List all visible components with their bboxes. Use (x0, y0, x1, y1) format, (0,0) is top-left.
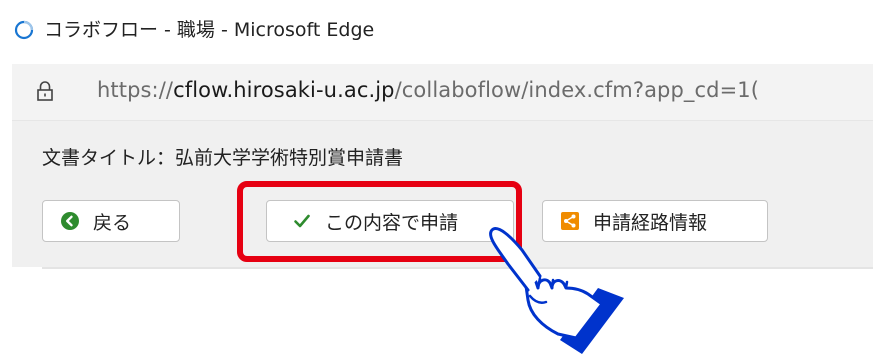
window-titlebar: コラボフロー - 職場 - Microsoft Edge (0, 0, 873, 60)
window-title: コラボフロー - 職場 - Microsoft Edge (44, 19, 375, 41)
arrow-left-circle-icon (61, 212, 79, 230)
divider (42, 267, 873, 269)
back-label: 戻る (93, 211, 132, 234)
url-host: cflow.hirosaki-u.ac.jp (173, 78, 395, 102)
edge-loading-icon (14, 20, 34, 40)
back-button[interactable]: 戻る (42, 200, 180, 242)
document-title: 文書タイトル：弘前大学学術特別賞申請書 (42, 147, 404, 169)
lock-icon[interactable] (35, 80, 55, 102)
url-path: /collaboflow/index.cfm?app_cd=1( (394, 78, 760, 102)
url-text[interactable]: https://cflow.hirosaki-u.ac.jp/collabofl… (97, 77, 759, 103)
pointing-hand-icon (489, 227, 624, 354)
url-scheme: https:// (97, 78, 174, 102)
